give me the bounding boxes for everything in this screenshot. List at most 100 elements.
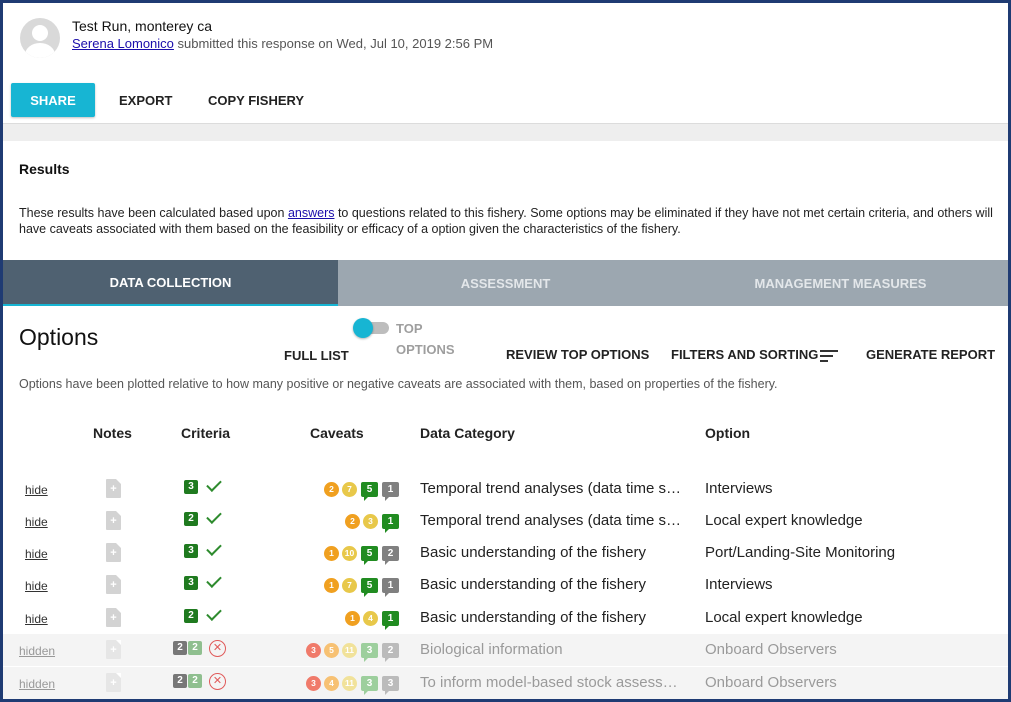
caveat-dot: 1: [345, 610, 360, 626]
hide-link[interactable]: hide: [25, 579, 48, 593]
share-button[interactable]: SHARE: [11, 83, 95, 117]
caveat-dot: 2: [345, 513, 360, 529]
check-icon: [206, 508, 222, 524]
add-note-icon[interactable]: +: [106, 479, 121, 498]
check-icon: [206, 476, 222, 492]
option-cell: Interviews: [705, 576, 773, 593]
add-note-icon[interactable]: +: [106, 575, 121, 594]
avatar: [20, 18, 60, 58]
table-row-hidden[interactable]: hidden + 2 2 ✕ 3 5 11 3 2 Biological informati…: [3, 634, 1008, 666]
full-list-label[interactable]: FULL LIST: [284, 348, 349, 363]
add-note-icon[interactable]: +: [106, 640, 121, 659]
data-category-cell: To inform model-based stock assess…: [420, 674, 678, 691]
tab-bar: DATA COLLECTION ASSESSMENT MANAGEMENT ME…: [3, 260, 1008, 306]
caveat-dot: 10: [342, 545, 357, 561]
caveats-cell: 3 5 11 3 2: [299, 641, 399, 662]
caveat-dot: 7: [342, 577, 357, 593]
check-icon: [206, 540, 222, 556]
positive-caveat-badge: 5: [361, 577, 378, 597]
table-row[interactable]: hide + 2 141 Basic understanding of the …: [3, 602, 1008, 634]
generate-report-button[interactable]: GENERATE REPORT: [866, 347, 995, 362]
data-category-cell: Basic understanding of the fishery: [420, 544, 646, 561]
caveat-dot: 4: [324, 675, 339, 691]
caveat-dot: 1: [324, 577, 339, 593]
copy-fishery-button[interactable]: COPY FISHERY: [208, 83, 304, 117]
table-row-hidden[interactable]: hidden + 2 2 ✕ 3 4 11 3 3 To inform model-base…: [3, 667, 1008, 699]
caveat-dot: 3: [306, 675, 321, 691]
col-caveats: Caveats: [310, 425, 364, 441]
filters-sorting-button[interactable]: FILTERS AND SORTING: [671, 347, 818, 362]
top-options-label[interactable]: TOP OPTIONS: [396, 318, 466, 360]
criteria-count: 3: [184, 576, 198, 590]
submitted-text: submitted this response on Wed, Jul 10, …: [173, 36, 494, 51]
caveat-dot: 1: [324, 545, 339, 561]
criteria-cell: 2 2 ✕: [173, 639, 226, 657]
caveats-cell: 1 10 5 2: [299, 544, 399, 565]
positive-caveat-badge: 3: [361, 642, 378, 662]
hide-link[interactable]: hide: [25, 612, 48, 626]
positive-caveat-badge: 3: [361, 675, 378, 695]
table-row[interactable]: hide + 2 231 Temporal trend analyses (da…: [3, 505, 1008, 537]
tab-data-collection[interactable]: DATA COLLECTION: [3, 260, 338, 306]
criteria-count: 2: [184, 609, 198, 623]
x-circle-icon: ✕: [209, 672, 226, 690]
criteria-cell: 3: [184, 540, 222, 559]
col-criteria: Criteria: [181, 425, 231, 441]
positive-caveat-badge: 5: [361, 545, 378, 565]
criteria-failed-count: 2: [173, 641, 187, 655]
tab-assessment[interactable]: ASSESSMENT: [338, 260, 673, 306]
option-cell: Onboard Observers: [705, 674, 837, 691]
avatar-head: [32, 25, 48, 41]
table-row[interactable]: hide + 3 1751 Basic understanding of the…: [3, 569, 1008, 601]
criteria-cell: 2: [184, 508, 222, 527]
option-cell: Local expert knowledge: [705, 512, 863, 529]
option-cell: Port/Landing-Site Monitoring: [705, 544, 896, 561]
caveat-dot: 2: [324, 481, 339, 497]
option-cell: Local expert knowledge: [705, 609, 863, 626]
caveat-dot: 11: [342, 642, 357, 658]
caveat-dot: 5: [324, 642, 339, 658]
hidden-link[interactable]: hidden: [19, 644, 55, 658]
add-note-icon[interactable]: +: [106, 543, 121, 562]
negative-caveat-badge: 2: [382, 642, 399, 662]
caveat-dot: 7: [342, 481, 357, 497]
data-category-cell: Basic understanding of the fishery: [420, 609, 646, 626]
criteria-failed-count: 2: [173, 674, 187, 688]
hide-link[interactable]: hide: [25, 483, 48, 497]
response-window: Test Run, monterey ca Serena Lomonico su…: [0, 0, 1011, 702]
x-circle-icon: ✕: [209, 639, 226, 657]
export-button[interactable]: EXPORT: [119, 83, 172, 117]
caveats-cell: 2751: [299, 480, 399, 501]
run-title: Test Run, monterey ca: [72, 18, 213, 34]
negative-caveat-badge: 3: [382, 675, 399, 695]
col-data-category: Data Category: [420, 425, 515, 441]
table-row[interactable]: hide + 3 2751 Temporal trend analyses (d…: [3, 473, 1008, 505]
filter-sort-icon[interactable]: [820, 349, 838, 363]
caveat-dot: 11: [342, 675, 357, 691]
add-note-icon[interactable]: +: [106, 608, 121, 627]
data-category-cell: Biological information: [420, 641, 563, 658]
hide-link[interactable]: hide: [25, 547, 48, 561]
hide-link[interactable]: hide: [25, 515, 48, 529]
positive-caveat-badge: 1: [382, 610, 399, 630]
add-note-icon[interactable]: +: [106, 673, 121, 692]
caveat-dot: 3: [363, 513, 378, 529]
answers-link[interactable]: answers: [288, 206, 335, 220]
positive-caveat-badge: 1: [382, 513, 399, 533]
submit-line: Serena Lomonico submitted this response …: [72, 36, 493, 51]
author-link[interactable]: Serena Lomonico: [72, 36, 174, 51]
criteria-met-count: 2: [188, 674, 202, 688]
add-note-icon[interactable]: +: [106, 511, 121, 530]
section-divider: [3, 123, 1008, 141]
hidden-link[interactable]: hidden: [19, 677, 55, 691]
table-row[interactable]: hide + 3 1 10 5 2 Basic understanding of th…: [3, 537, 1008, 569]
negative-caveat-badge: 1: [382, 481, 399, 501]
col-option: Option: [705, 425, 751, 441]
positive-caveat-badge: 5: [361, 481, 378, 501]
options-title: Options: [19, 324, 99, 350]
results-description: These results have been calculated based…: [19, 205, 994, 237]
top-options-toggle[interactable]: [353, 318, 389, 338]
tab-management-measures[interactable]: MANAGEMENT MEASURES: [673, 260, 1008, 306]
review-top-options-button[interactable]: REVIEW TOP OPTIONS: [506, 347, 649, 362]
negative-caveat-badge: 2: [382, 545, 399, 565]
